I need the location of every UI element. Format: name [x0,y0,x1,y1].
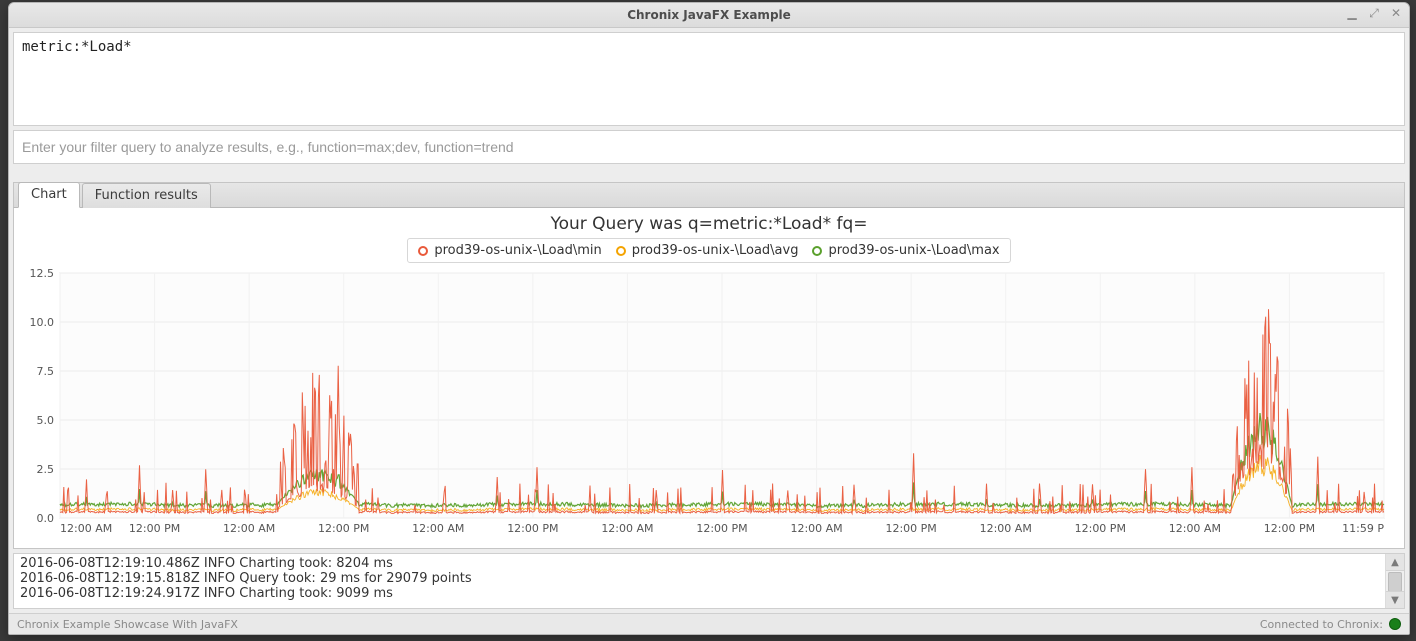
legend-label: prod39-os-unix-\Load\avg [632,243,799,258]
svg-text:12:00 AM: 12:00 AM [790,522,842,535]
chart-panel: Your Query was q=metric:*Load* fq= prod3… [13,208,1405,549]
status-left: Chronix Example Showcase With JavaFX [17,618,238,631]
log-panel: 2016-06-08T12:19:10.486Z INFO Charting t… [13,553,1405,609]
svg-text:12:00 PM: 12:00 PM [1264,522,1315,535]
svg-text:12:00 AM: 12:00 AM [223,522,275,535]
svg-text:12:00 AM: 12:00 AM [1169,522,1221,535]
log-output: 2016-06-08T12:19:10.486Z INFO Charting t… [14,554,1385,608]
svg-text:2.5: 2.5 [37,463,55,476]
minimize-icon[interactable]: ▁ [1345,6,1359,20]
svg-text:5.0: 5.0 [37,414,55,427]
legend-swatch-icon [616,246,626,256]
legend-item-max: prod39-os-unix-\Load\max [812,243,999,258]
status-connection-label: Connected to Chronix: [1260,618,1383,631]
log-scrollbar[interactable]: ▲ ▼ [1385,554,1404,608]
chart-title: Your Query was q=metric:*Load* fq= [24,214,1394,234]
tab-chart[interactable]: Chart [18,182,80,208]
svg-text:12:00 AM: 12:00 AM [60,522,112,535]
svg-text:0.0: 0.0 [37,512,55,525]
content-area: Chart Function results Your Query was q=… [9,28,1409,634]
svg-text:12.5: 12.5 [30,269,55,280]
chart-plot[interactable]: 0.0 2.5 5.0 7.5 10.0 12.5 12:00 AM 12:00 PM 12:0… [24,269,1394,542]
chart-legend: prod39-os-unix-\Load\min prod39-os-unix-… [407,238,1010,263]
svg-text:7.5: 7.5 [37,365,55,378]
scroll-up-icon[interactable]: ▲ [1386,554,1404,571]
svg-text:12:00 PM: 12:00 PM [129,522,180,535]
legend-swatch-icon [418,246,428,256]
window-title: Chronix JavaFX Example [627,8,791,22]
legend-label: prod39-os-unix-\Load\max [828,243,999,258]
svg-text:12:00 PM: 12:00 PM [696,522,747,535]
svg-text:12:00 PM: 12:00 PM [507,522,558,535]
tabs-strip: Chart Function results [13,182,1405,208]
tab-function-results[interactable]: Function results [82,183,211,208]
legend-swatch-icon [812,246,822,256]
svg-text:10.0: 10.0 [30,316,55,329]
status-right: Connected to Chronix: [1260,618,1401,631]
scroll-thumb[interactable] [1388,572,1402,592]
spacer [9,164,1409,182]
close-icon[interactable]: ✕ [1389,6,1403,20]
maximize-icon[interactable]: ⤢ [1367,6,1381,20]
app-window: Chronix JavaFX Example ▁ ⤢ ✕ Chart Funct… [8,2,1410,635]
svg-text:12:00 AM: 12:00 AM [601,522,653,535]
svg-text:11:59 P: 11:59 P [1342,522,1384,535]
legend-item-min: prod39-os-unix-\Load\min [418,243,601,258]
window-controls: ▁ ⤢ ✕ [1345,6,1403,20]
svg-text:12:00 AM: 12:00 AM [412,522,464,535]
svg-text:12:00 PM: 12:00 PM [1075,522,1126,535]
status-indicator-icon [1389,618,1401,630]
filter-input[interactable] [13,130,1405,164]
scroll-down-icon[interactable]: ▼ [1386,591,1404,608]
svg-text:12:00 AM: 12:00 AM [980,522,1032,535]
svg-text:12:00 PM: 12:00 PM [885,522,936,535]
query-input[interactable] [13,32,1405,126]
legend-label: prod39-os-unix-\Load\min [434,243,601,258]
status-bar: Chronix Example Showcase With JavaFX Con… [9,613,1409,634]
titlebar: Chronix JavaFX Example ▁ ⤢ ✕ [9,3,1409,28]
legend-item-avg: prod39-os-unix-\Load\avg [616,243,799,258]
svg-text:12:00 PM: 12:00 PM [318,522,369,535]
